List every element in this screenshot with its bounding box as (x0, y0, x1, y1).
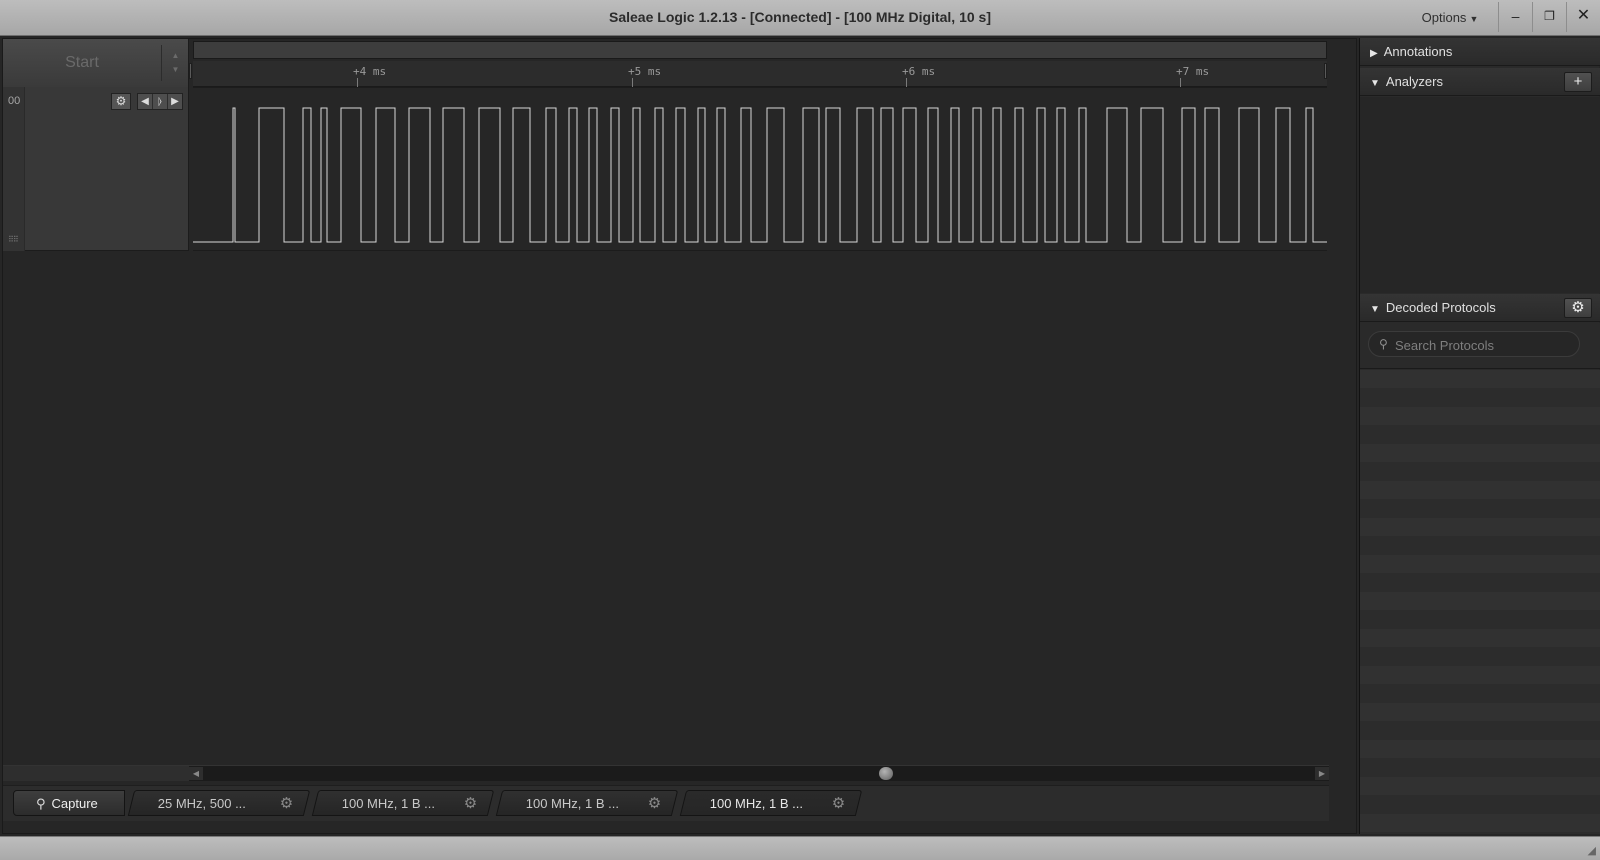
start-toolbar: Start ▲ ▼ (3, 39, 189, 87)
session-tab[interactable]: 25 MHz, 500 ... ⚙ (127, 790, 311, 817)
drag-handle-icon[interactable]: ⠿⠿ (8, 235, 19, 244)
session-tab-bar: ⚲ Capture 25 MHz, 500 ... ⚙ 100 MHz, 1 B … (3, 785, 1329, 821)
scroll-left-icon[interactable]: ◀ (189, 767, 203, 780)
search-icon: ⚲ (1379, 337, 1388, 351)
session-tab-active[interactable]: 100 MHz, 1 B ... ⚙ (679, 790, 863, 817)
channel-row: 00 ⚙ ◀ ⦊ ▶ ⠿⠿ (3, 87, 1329, 253)
channel-number: 00 (3, 87, 25, 251)
channel-settings-button[interactable]: ⚙ (111, 93, 131, 110)
session-tab[interactable]: 100 MHz, 1 B ... ⚙ (311, 790, 495, 817)
capture-tab[interactable]: ⚲ Capture (13, 790, 125, 816)
tick-label: +7 ms (1176, 65, 1210, 78)
trigger-next-icon[interactable]: ▶ (168, 94, 182, 109)
side-panel: ▶ Annotations ▼ Analyzers + ▼ Decoded Proto… (1359, 38, 1600, 834)
decoded-protocols-header[interactable]: ▼ Decoded Protocols ⚙ (1360, 294, 1600, 322)
timeline-left-handle[interactable] (189, 63, 192, 79)
time-ruler[interactable]: +4 ms +5 ms +6 ms +7 ms (193, 61, 1327, 87)
gear-icon[interactable]: ⚙ (832, 791, 845, 817)
waveform-display[interactable] (193, 87, 1327, 251)
gear-icon: ⚙ (1571, 299, 1585, 316)
collapse-arrow-icon: ▼ (1370, 304, 1380, 315)
decoded-protocols-list (1360, 370, 1600, 834)
scroll-spacer (3, 765, 189, 781)
chevron-down-icon: ▼ (171, 65, 180, 74)
start-options-arrows[interactable]: ▲ ▼ (161, 45, 189, 81)
minimize-button[interactable]: – (1498, 2, 1532, 32)
gear-icon: ⚙ (115, 94, 127, 108)
tick-mark (1180, 78, 1181, 87)
timeline-right-handle[interactable] (1324, 63, 1327, 79)
capture-tab-label: Capture (51, 796, 98, 811)
tick-label: +4 ms (353, 65, 387, 78)
timeline-overview-bar[interactable] (193, 41, 1327, 59)
analyzers-list (1360, 97, 1600, 293)
title-bar: Saleae Logic 1.2.13 - [Connected] - [100… (0, 0, 1600, 36)
protocols-settings-button[interactable]: ⚙ (1564, 298, 1592, 318)
close-button[interactable]: ✕ (1566, 2, 1600, 32)
resize-grip-icon[interactable]: ◢ (1588, 844, 1596, 857)
restore-button[interactable]: ❐ (1532, 2, 1566, 32)
digital-waveform (193, 107, 1327, 243)
status-bar: ◢ (0, 836, 1600, 860)
scroll-thumb[interactable] (879, 767, 893, 780)
options-menu-button[interactable]: Options ▼ (1408, 6, 1492, 30)
gear-icon[interactable]: ⚙ (280, 791, 293, 817)
add-analyzer-button[interactable]: + (1564, 72, 1592, 92)
collapse-arrow-icon: ▼ (1370, 78, 1380, 89)
decoded-protocols-label: Decoded Protocols (1385, 300, 1496, 315)
protocol-search-area: ⚲ (1360, 323, 1600, 369)
scroll-right-icon[interactable]: ▶ (1315, 767, 1329, 780)
channel-header: 00 ⚙ ◀ ⦊ ▶ ⠿⠿ (3, 87, 189, 251)
search-protocols-input[interactable] (1395, 336, 1575, 354)
app-window: Saleae Logic 1.2.13 - [Connected] - [100… (0, 0, 1600, 860)
trigger-prev-icon[interactable]: ◀ (138, 94, 153, 109)
chevron-up-icon: ▲ (171, 51, 180, 60)
trigger-selector[interactable]: ◀ ⦊ ▶ (137, 93, 183, 110)
window-title: Saleae Logic 1.2.13 - [Connected] - [100… (609, 9, 991, 25)
gear-icon[interactable]: ⚙ (464, 791, 477, 817)
chevron-down-icon: ▼ (1469, 14, 1479, 24)
analyzers-label: Analyzers (1385, 74, 1443, 89)
analyzers-section-header[interactable]: ▼ Analyzers + (1360, 68, 1600, 96)
tick-mark (906, 78, 907, 87)
tick-mark (357, 78, 358, 87)
trigger-edge-icon[interactable]: ⦊ (153, 94, 168, 109)
session-tab[interactable]: 100 MHz, 1 B ... ⚙ (495, 790, 679, 817)
tick-label: +6 ms (902, 65, 936, 78)
capture-view: Start ▲ ▼ +4 ms +5 ms +6 ms +7 ms 00 ⚙ ◀… (2, 38, 1357, 834)
search-box[interactable]: ⚲ (1368, 331, 1580, 357)
tick-label: +5 ms (628, 65, 662, 78)
gear-icon[interactable]: ⚙ (648, 791, 661, 817)
expand-arrow-icon: ▶ (1370, 48, 1378, 59)
tick-mark (632, 78, 633, 87)
waveform-trace (193, 107, 1327, 243)
options-label: Options (1421, 10, 1467, 25)
annotations-section-header[interactable]: ▶ Annotations (1360, 38, 1600, 66)
annotations-label: Annotations (1383, 44, 1453, 59)
start-button[interactable]: Start (3, 39, 161, 87)
horizontal-scrollbar[interactable]: ◀ ▶ (189, 765, 1329, 781)
search-capture-icon: ⚲ (36, 796, 46, 811)
